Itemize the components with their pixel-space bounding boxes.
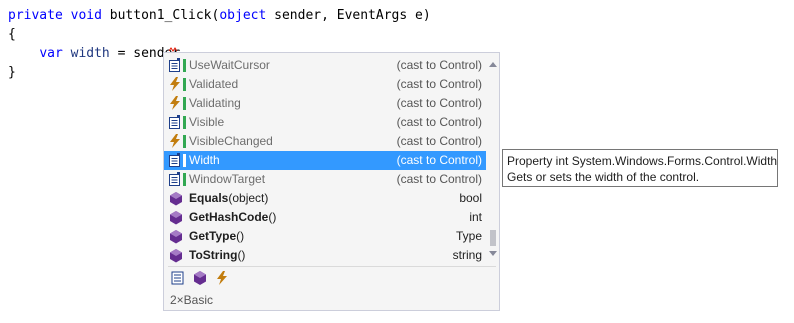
property-filter-icon[interactable]: [170, 270, 186, 286]
property-icon: [168, 172, 184, 187]
completion-list[interactable]: UseWaitCursor (cast to Control) Validated (…: [164, 56, 486, 265]
keyword: object: [219, 8, 267, 23]
completion-item-name: Width: [189, 153, 220, 167]
method-filter-icon[interactable]: [192, 270, 208, 286]
method-name: GetHashCode: [189, 210, 269, 224]
cast-indicator: [183, 135, 186, 148]
completion-item-name: Visible: [189, 115, 225, 129]
method-name: GetType: [189, 229, 237, 243]
completion-item-name: GetType(): [189, 227, 244, 246]
code-line-4: }: [8, 65, 16, 80]
completion-item[interactable]: Validated (cast to Control): [164, 75, 486, 94]
completion-item-name: UseWaitCursor: [189, 58, 270, 72]
completion-item[interactable]: GetHashCode() int: [164, 208, 486, 227]
completion-item-name: WindowTarget: [189, 172, 266, 186]
scroll-thumb[interactable]: [490, 230, 496, 246]
method-icon: [168, 248, 184, 263]
cast-indicator: [183, 116, 186, 129]
completion-item-type: Type: [455, 229, 482, 243]
completion-item-name: Equals(object): [189, 189, 268, 208]
method-name: Equals: [189, 191, 229, 205]
completion-item-name: VisibleChanged: [189, 134, 273, 148]
event-filter-icon[interactable]: [214, 270, 230, 286]
cast-indicator: [183, 173, 186, 186]
method-params: (object): [228, 191, 269, 205]
completion-item[interactable]: Visible (cast to Control): [164, 113, 486, 132]
completion-item[interactable]: GetType() Type: [164, 227, 486, 246]
divider: [168, 266, 496, 267]
tooltip-description: Gets or sets the width of the control.: [507, 170, 700, 184]
event-icon: [168, 77, 184, 92]
cast-indicator: [183, 97, 186, 110]
completion-item[interactable]: VisibleChanged (cast to Control): [164, 132, 486, 151]
completion-item[interactable]: WindowTarget (cast to Control): [164, 170, 486, 189]
method-params: (): [237, 248, 246, 262]
completion-item-name: Validated: [189, 77, 239, 91]
status-text: 2×Basic: [170, 293, 214, 307]
keyword: void: [70, 8, 102, 23]
code-text: sender, EventArgs e): [266, 8, 431, 23]
cast-indicator: [183, 78, 186, 91]
method-params: (): [268, 210, 277, 224]
completion-item[interactable]: Equals(object) bool: [164, 189, 486, 208]
completion-item-type: (cast to Control): [396, 115, 482, 129]
property-icon: [168, 115, 184, 130]
method-icon: [168, 191, 184, 206]
completion-item[interactable]: Validating (cast to Control): [164, 94, 486, 113]
completion-item-type: int: [469, 210, 482, 224]
completion-item-type: (cast to Control): [396, 58, 482, 72]
completion-item-name: Validating: [189, 96, 241, 110]
quick-info-tooltip: Property int System.Windows.Forms.Contro…: [502, 149, 778, 187]
completion-item[interactable]: ToString() string: [164, 246, 486, 265]
completion-item-type: (cast to Control): [396, 153, 482, 167]
completion-item-name: ToString(): [189, 246, 245, 265]
completion-item-type: (cast to Control): [396, 77, 482, 91]
method-params: (): [236, 229, 245, 243]
completion-item-type: (cast to Control): [396, 96, 482, 110]
variable-name: width: [70, 46, 110, 61]
completion-item-type: (cast to Control): [396, 134, 482, 148]
keyword: private: [8, 8, 63, 23]
completion-item[interactable]: Width (cast to Control): [164, 151, 486, 170]
event-icon: [168, 134, 184, 149]
intellisense-popup[interactable]: UseWaitCursor (cast to Control) Validated (…: [163, 52, 500, 311]
code-text: button1_Click(: [101, 8, 220, 23]
event-icon: [168, 96, 184, 111]
scroll-up-icon[interactable]: [489, 62, 497, 67]
scrollbar[interactable]: [486, 54, 500, 264]
scroll-down-icon[interactable]: [489, 251, 497, 256]
completion-item-name: GetHashCode(): [189, 208, 276, 227]
completion-item-type: (cast to Control): [396, 172, 482, 186]
property-icon: [168, 58, 184, 73]
completion-item[interactable]: UseWaitCursor (cast to Control): [164, 56, 486, 75]
completion-item-type: string: [452, 248, 482, 262]
cast-indicator: [183, 59, 186, 72]
code-line-1: private void button1_Click(object sender…: [8, 8, 431, 23]
tooltip-signature: Property int System.Windows.Forms.Contro…: [507, 154, 778, 168]
property-icon: [168, 153, 184, 168]
cast-indicator: [183, 154, 186, 167]
method-icon: [168, 229, 184, 244]
method-name: ToString: [189, 248, 238, 262]
method-icon: [168, 210, 184, 225]
keyword: var: [39, 46, 63, 61]
completion-item-type: bool: [459, 191, 482, 205]
code-line-2: {: [8, 27, 16, 42]
